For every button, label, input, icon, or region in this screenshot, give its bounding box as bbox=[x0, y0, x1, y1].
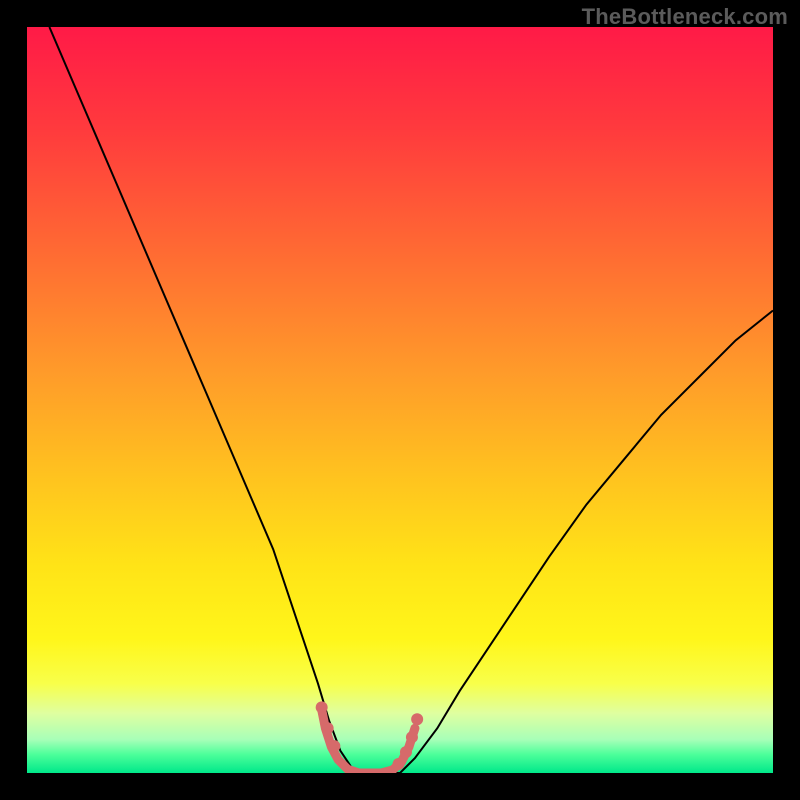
plot-area bbox=[27, 27, 773, 773]
valley-dots bbox=[406, 731, 418, 743]
valley-dots bbox=[393, 758, 405, 770]
valley-dots bbox=[400, 746, 412, 758]
chart-svg bbox=[27, 27, 773, 773]
valley-dots bbox=[411, 713, 423, 725]
valley-dots bbox=[328, 740, 340, 752]
valley-dots bbox=[322, 722, 334, 734]
gradient-background bbox=[27, 27, 773, 773]
watermark-text: TheBottleneck.com bbox=[582, 4, 788, 30]
valley-dots bbox=[316, 701, 328, 713]
chart-frame: TheBottleneck.com bbox=[0, 0, 800, 800]
